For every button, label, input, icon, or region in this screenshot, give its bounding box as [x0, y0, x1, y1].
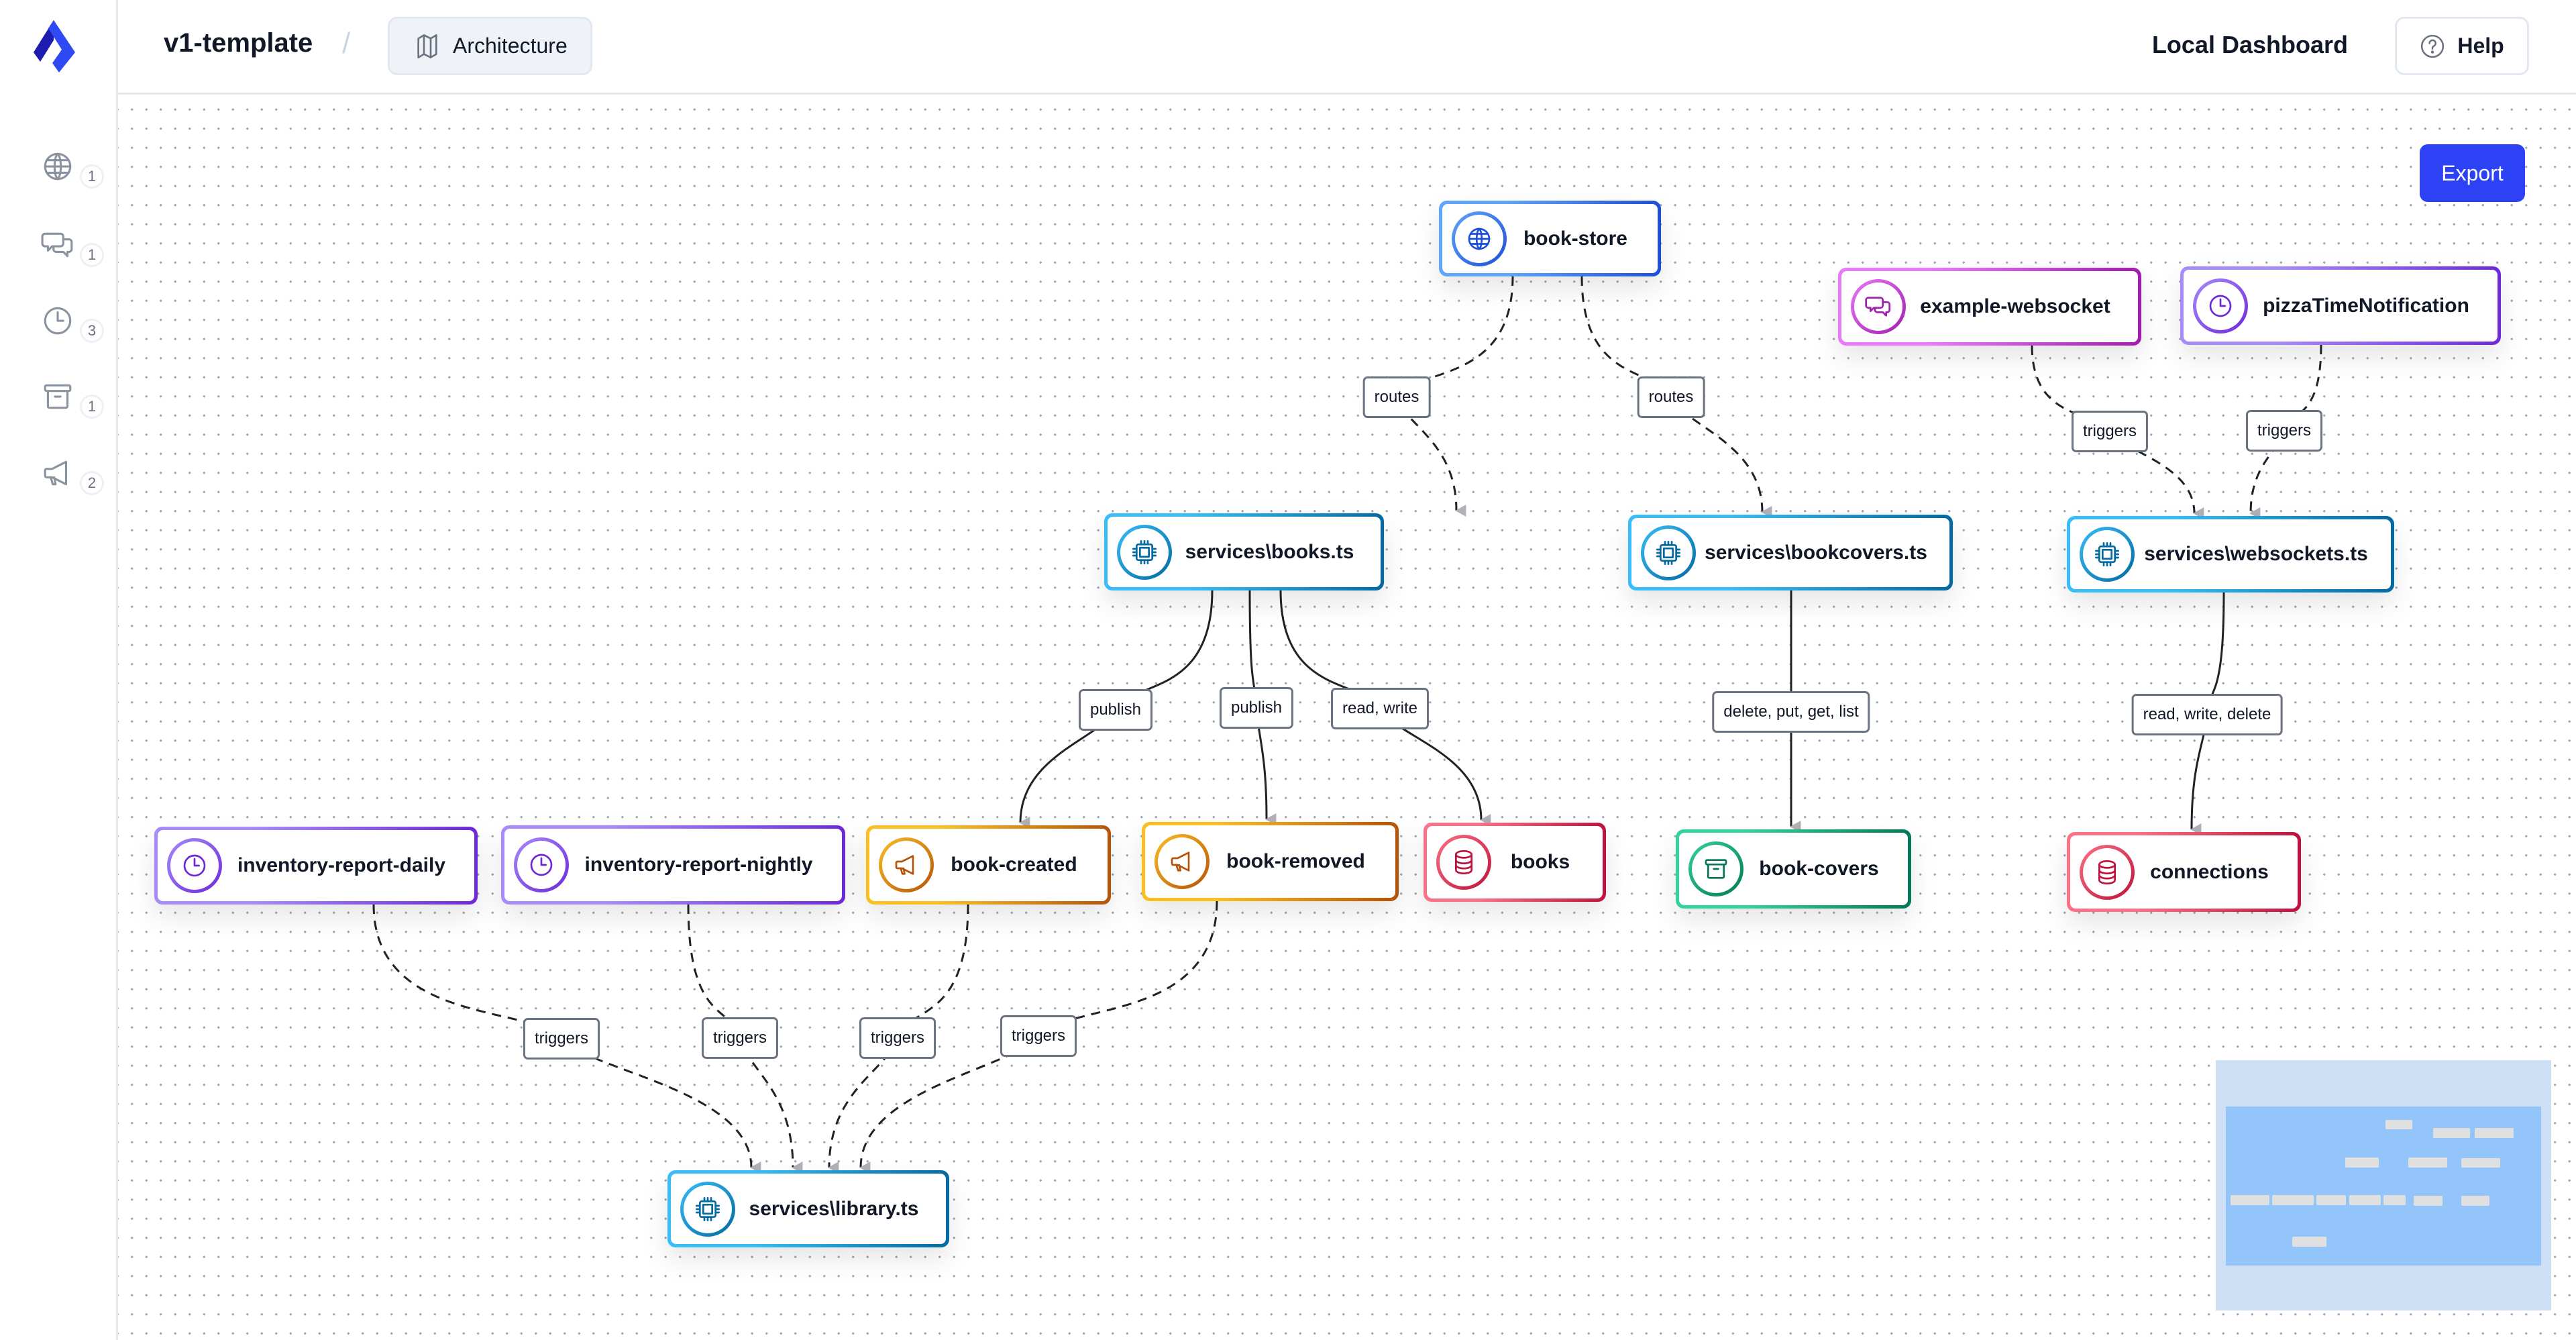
minimap[interactable] [2216, 1060, 2551, 1310]
map-icon [417, 34, 437, 58]
node-label: services\library.ts [749, 1197, 919, 1220]
node-label: book-store [1523, 227, 1627, 250]
node-label: book-removed [1226, 850, 1365, 872]
minimap-node [2349, 1194, 2381, 1205]
edge-label[interactable]: publish [1078, 689, 1153, 731]
node-label: services\bookcovers.ts [1705, 541, 1927, 564]
node-body: pizzaTimeNotification [2184, 270, 2498, 342]
node-body: book-created [869, 829, 1108, 901]
breadcrumb-label: Architecture [453, 34, 568, 58]
node-body: example-websocket [1841, 271, 2138, 342]
edge-label[interactable]: triggers [523, 1018, 600, 1060]
minimap-node [2433, 1128, 2470, 1138]
minimap-node [2474, 1127, 2514, 1138]
node-book-covers[interactable]: book-covers [1676, 829, 1911, 909]
edge-label[interactable]: routes [1362, 376, 1431, 418]
export-button[interactable]: Export [2420, 144, 2525, 202]
node-label: example-websocket [1920, 295, 2110, 317]
minimap-node [2461, 1196, 2489, 1206]
node-pizzatimenotification[interactable]: pizzaTimeNotification [2180, 266, 2501, 345]
sidebar-item-buckets[interactable]: 1 [37, 374, 111, 428]
node-label: services\websockets.ts [2144, 543, 2368, 565]
minimap-node [2345, 1157, 2379, 1168]
node-book-created[interactable]: book-created [866, 825, 1111, 905]
edge-label[interactable]: triggers [2245, 410, 2323, 452]
node-example-websocket[interactable]: example-websocket [1838, 268, 2141, 346]
node-inventory-report-daily[interactable]: inventory-report-daily [154, 827, 478, 905]
node-body: book-covers [1679, 833, 1908, 905]
node-inventory-report-nightly[interactable]: inventory-report-nightly [501, 825, 845, 905]
minimap-node [2461, 1157, 2501, 1168]
edge-label[interactable]: read, write, delete [2131, 694, 2283, 735]
node-body: connections [2070, 835, 2298, 909]
minimap-node [2316, 1195, 2346, 1206]
project-name[interactable]: v1-template [164, 28, 313, 58]
node-label: pizzaTimeNotification [2263, 294, 2469, 317]
minimap-node [2414, 1195, 2443, 1206]
sidebar-item-schedules[interactable]: 3 [37, 299, 111, 352]
sidebar-count-badge: 1 [80, 164, 104, 189]
minimap-node [2383, 1194, 2406, 1205]
sidebar-item-topics[interactable]: 2 [37, 451, 111, 505]
help-button[interactable]: Help [2395, 17, 2529, 75]
breadcrumb-architecture[interactable]: Architecture [388, 17, 592, 75]
node-websockets-svc[interactable]: services\websockets.ts [2067, 516, 2394, 592]
node-label: book-created [951, 854, 1077, 876]
minimap-node [2272, 1195, 2314, 1206]
edge-label[interactable]: triggers [859, 1017, 936, 1059]
question-circle-icon [2421, 34, 2445, 58]
minimap-node [2231, 1195, 2270, 1206]
node-books-svc[interactable]: services\books.ts [1104, 513, 1384, 590]
node-body: services\books.ts [1108, 517, 1381, 587]
sidebar-count-badge: 1 [80, 243, 104, 267]
minimap-node [2292, 1237, 2326, 1247]
node-body: services\websockets.ts [2070, 519, 2391, 589]
node-body: book-store [1442, 204, 1658, 273]
minimap-node [2385, 1120, 2412, 1130]
nitric-logo[interactable] [34, 20, 80, 72]
edge-label[interactable]: delete, put, get, list [1712, 691, 1870, 733]
sidebar-count-badge: 1 [80, 395, 104, 419]
node-label: services\books.ts [1185, 540, 1354, 563]
node-label: inventory-report-daily [237, 854, 446, 876]
node-body: inventory-report-nightly [504, 829, 842, 901]
node-body: book-removed [1145, 825, 1395, 898]
help-label: Help [2457, 34, 2504, 58]
node-book-removed[interactable]: book-removed [1142, 822, 1399, 901]
node-label: books [1510, 851, 1570, 873]
minimap-node [2408, 1157, 2448, 1168]
sidebar-count-badge: 3 [80, 319, 104, 343]
edge-label[interactable]: triggers [1000, 1015, 1077, 1057]
node-body: inventory-report-daily [158, 830, 474, 901]
node-books[interactable]: books [1424, 823, 1606, 902]
node-body: books [1427, 826, 1603, 898]
sidebar-count-badge: 2 [80, 471, 104, 495]
local-dashboard-link[interactable]: Local Dashboard [2152, 31, 2348, 59]
node-body: services\library.ts [671, 1174, 946, 1244]
node-label: book-covers [1759, 858, 1879, 880]
sidebar-item-apis[interactable]: 1 [37, 144, 111, 198]
node-connections[interactable]: connections [2067, 832, 2301, 912]
edge-label[interactable]: routes [1637, 376, 1705, 418]
node-label: inventory-report-nightly [584, 854, 813, 876]
breadcrumb-separator: / [342, 27, 351, 60]
edge-label[interactable]: triggers [2071, 411, 2149, 452]
node-library-svc[interactable]: services\library.ts [667, 1170, 949, 1247]
node-book-store[interactable]: book-store [1439, 201, 1661, 276]
edge-label[interactable]: read, write [1330, 688, 1430, 729]
node-bookcovers-svc[interactable]: services\bookcovers.ts [1628, 515, 1953, 590]
node-label: connections [2150, 860, 2269, 883]
edge-label[interactable]: triggers [701, 1017, 779, 1059]
sidebar-item-websockets[interactable]: 1 [37, 223, 111, 276]
node-body: services\bookcovers.ts [1631, 518, 1949, 587]
edge-label[interactable]: publish [1219, 687, 1294, 729]
sidebar: 1 1 3 1 2 [0, 0, 118, 1340]
top-bar: v1-template / Architecture Local Dashboa… [118, 0, 2576, 95]
